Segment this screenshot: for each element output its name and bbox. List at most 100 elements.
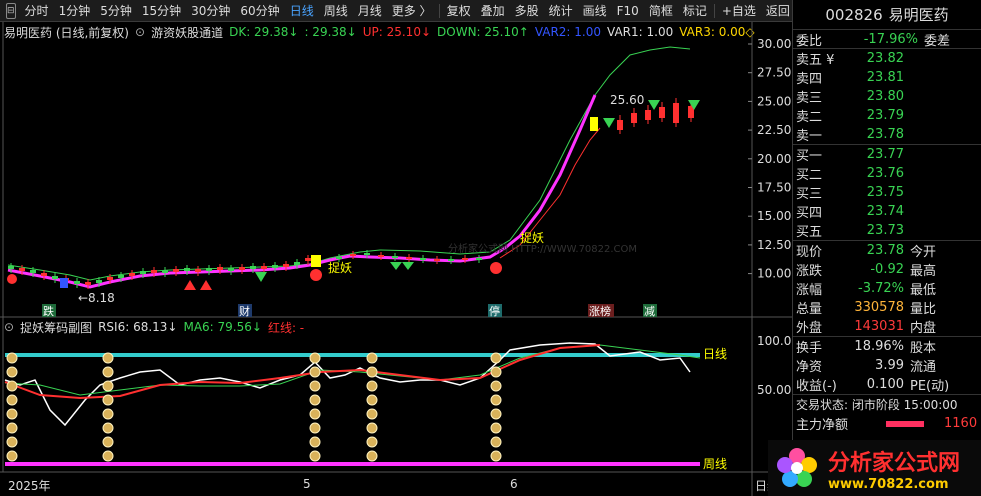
candle-body [261, 266, 267, 269]
coin-icon [490, 380, 502, 392]
weibi-label: 委比 [796, 33, 823, 49]
bid-label: 买一 [796, 149, 823, 164]
coin-icon [6, 422, 18, 434]
candle-body [350, 254, 356, 256]
ask-value: 23.81 [866, 70, 904, 85]
candle-body [392, 256, 398, 258]
ask-row: 卖三 23.80 [793, 87, 981, 106]
stat-label-2: 最高 [910, 264, 937, 279]
candle-body [228, 268, 234, 271]
candle-body [19, 268, 25, 271]
candle-body [173, 269, 179, 272]
stat2-label-2: 股本 [910, 341, 937, 356]
candle-body [217, 267, 223, 270]
stat-label-2: 今开 [910, 245, 937, 260]
ask-value: 23.80 [866, 89, 904, 104]
coin-icon [309, 366, 321, 378]
stat2-label: 换手 [796, 341, 823, 356]
coin-icon [102, 422, 114, 434]
time-label-6: 6 [510, 477, 518, 491]
coin-icon [102, 366, 114, 378]
ask-row: 卖二 23.79 [793, 106, 981, 125]
event-tag-label: 涨榜 [589, 304, 611, 318]
ask-row: 卖一 23.78 [793, 125, 981, 144]
high-price-label: 25.60 [610, 93, 644, 107]
bid-row: 买三 23.75 [793, 183, 981, 202]
coin-icon [490, 436, 502, 448]
main-net-value: 1160 [944, 416, 978, 431]
chip-coin-columns [6, 352, 502, 462]
bid-label: 买五 [796, 225, 823, 240]
candle-body [129, 273, 135, 276]
quote-stats: 现价 23.78 今开 涨跌 -0.92 最高 涨幅 -3.72% 最低 总量 330578 量比 外盘… [793, 241, 981, 337]
stat-label: 涨跌 [796, 264, 823, 279]
candle-body [239, 267, 245, 270]
candle-body [74, 281, 80, 284]
zhuoyao-label-1: 捉妖 [328, 260, 352, 275]
coin-icon [6, 394, 18, 406]
ask-row: 卖五 ¥ 23.82 [793, 49, 981, 68]
coin-icon [490, 394, 502, 406]
flower-logo-icon [777, 448, 817, 487]
candle-body [107, 277, 113, 280]
quote-panel: 002826 易明医药 委比 -17.96% 委差 卖五 ¥ 23.82 卖四 23.… [792, 0, 981, 496]
bid-row: 买一 23.77 [793, 145, 981, 164]
price-tick-label: 20.00 [757, 152, 791, 166]
ask-label: 卖一 [796, 129, 823, 144]
price-tick-label: 15.00 [757, 209, 791, 223]
candle-body [659, 107, 665, 118]
candle-body [294, 262, 300, 265]
bid-value: 23.77 [866, 147, 904, 162]
logo-name: 分析家公式网 [828, 450, 961, 476]
quote-stats-2: 换手 18.96% 股本 净资 3.99 流通 收益(-) 0.100 PE(动) [793, 337, 981, 395]
candle-body [195, 269, 201, 272]
candle-body [420, 258, 426, 260]
coin-icon [490, 450, 502, 462]
candle-body [162, 270, 168, 273]
price-tick-label: 10.00 [757, 267, 791, 281]
bid-label: 买二 [796, 168, 823, 183]
coin-icon [102, 436, 114, 448]
stat-label: 外盘 [796, 321, 823, 336]
stat-value: 23.78 [866, 243, 904, 258]
zhuoyao-label-2: 捉妖 [520, 230, 544, 245]
time-label-2025: 2025年 [8, 479, 51, 493]
sub-axis: 100.0 50.00 [757, 334, 791, 397]
price-tick-label: 17.50 [757, 181, 791, 195]
stat2-row: 收益(-) 0.100 PE(动) [793, 375, 981, 394]
ask-value: 23.79 [866, 108, 904, 123]
ask-row: 卖四 23.81 [793, 68, 981, 87]
coin-icon [6, 366, 18, 378]
logo-url: www.70822.com [828, 476, 949, 492]
candle-body [364, 253, 370, 255]
coin-icon [309, 436, 321, 448]
bid-orders: 买一 23.77 买二 23.76 买三 23.75 买四 23.74 买五 23.73 [793, 145, 981, 241]
site-logo: 分析家公式网 www.70822.com [768, 440, 981, 496]
stat-value: 143031 [854, 319, 904, 334]
weicha-label: 委差 [924, 33, 951, 49]
candle-body [645, 110, 651, 120]
price-tick-label: 22.50 [757, 123, 791, 137]
coin-icon [366, 380, 378, 392]
coin-icon [102, 380, 114, 392]
ask-value: 23.78 [866, 127, 904, 142]
coin-icon [490, 366, 502, 378]
rixian-label: 日线 [703, 347, 727, 361]
price-tick-label: 27.50 [757, 66, 791, 80]
main-net-bar [886, 420, 924, 427]
coin-icon [366, 422, 378, 434]
bid-value: 23.76 [866, 166, 904, 181]
ask-label: 卖五 ¥ [796, 53, 835, 68]
price-axis: 30.00 27.50 25.00 22.50 20.00 17.50 15.00 12.50… [748, 37, 791, 281]
candle-body [118, 275, 124, 278]
sub-tick-label: 100.0 [757, 334, 791, 348]
kline-chart[interactable]: 30.00 27.50 25.00 22.50 20.00 17.50 15.00 12.50… [0, 0, 792, 496]
main-net-label: 主力净额 [796, 418, 849, 433]
bid-value: 23.74 [866, 204, 904, 219]
coin-icon [366, 394, 378, 406]
candle-body [462, 258, 468, 260]
candle-body [206, 268, 212, 271]
stat2-row: 换手 18.96% 股本 [793, 337, 981, 356]
coin-icon [366, 352, 378, 364]
coin-icon [366, 450, 378, 462]
